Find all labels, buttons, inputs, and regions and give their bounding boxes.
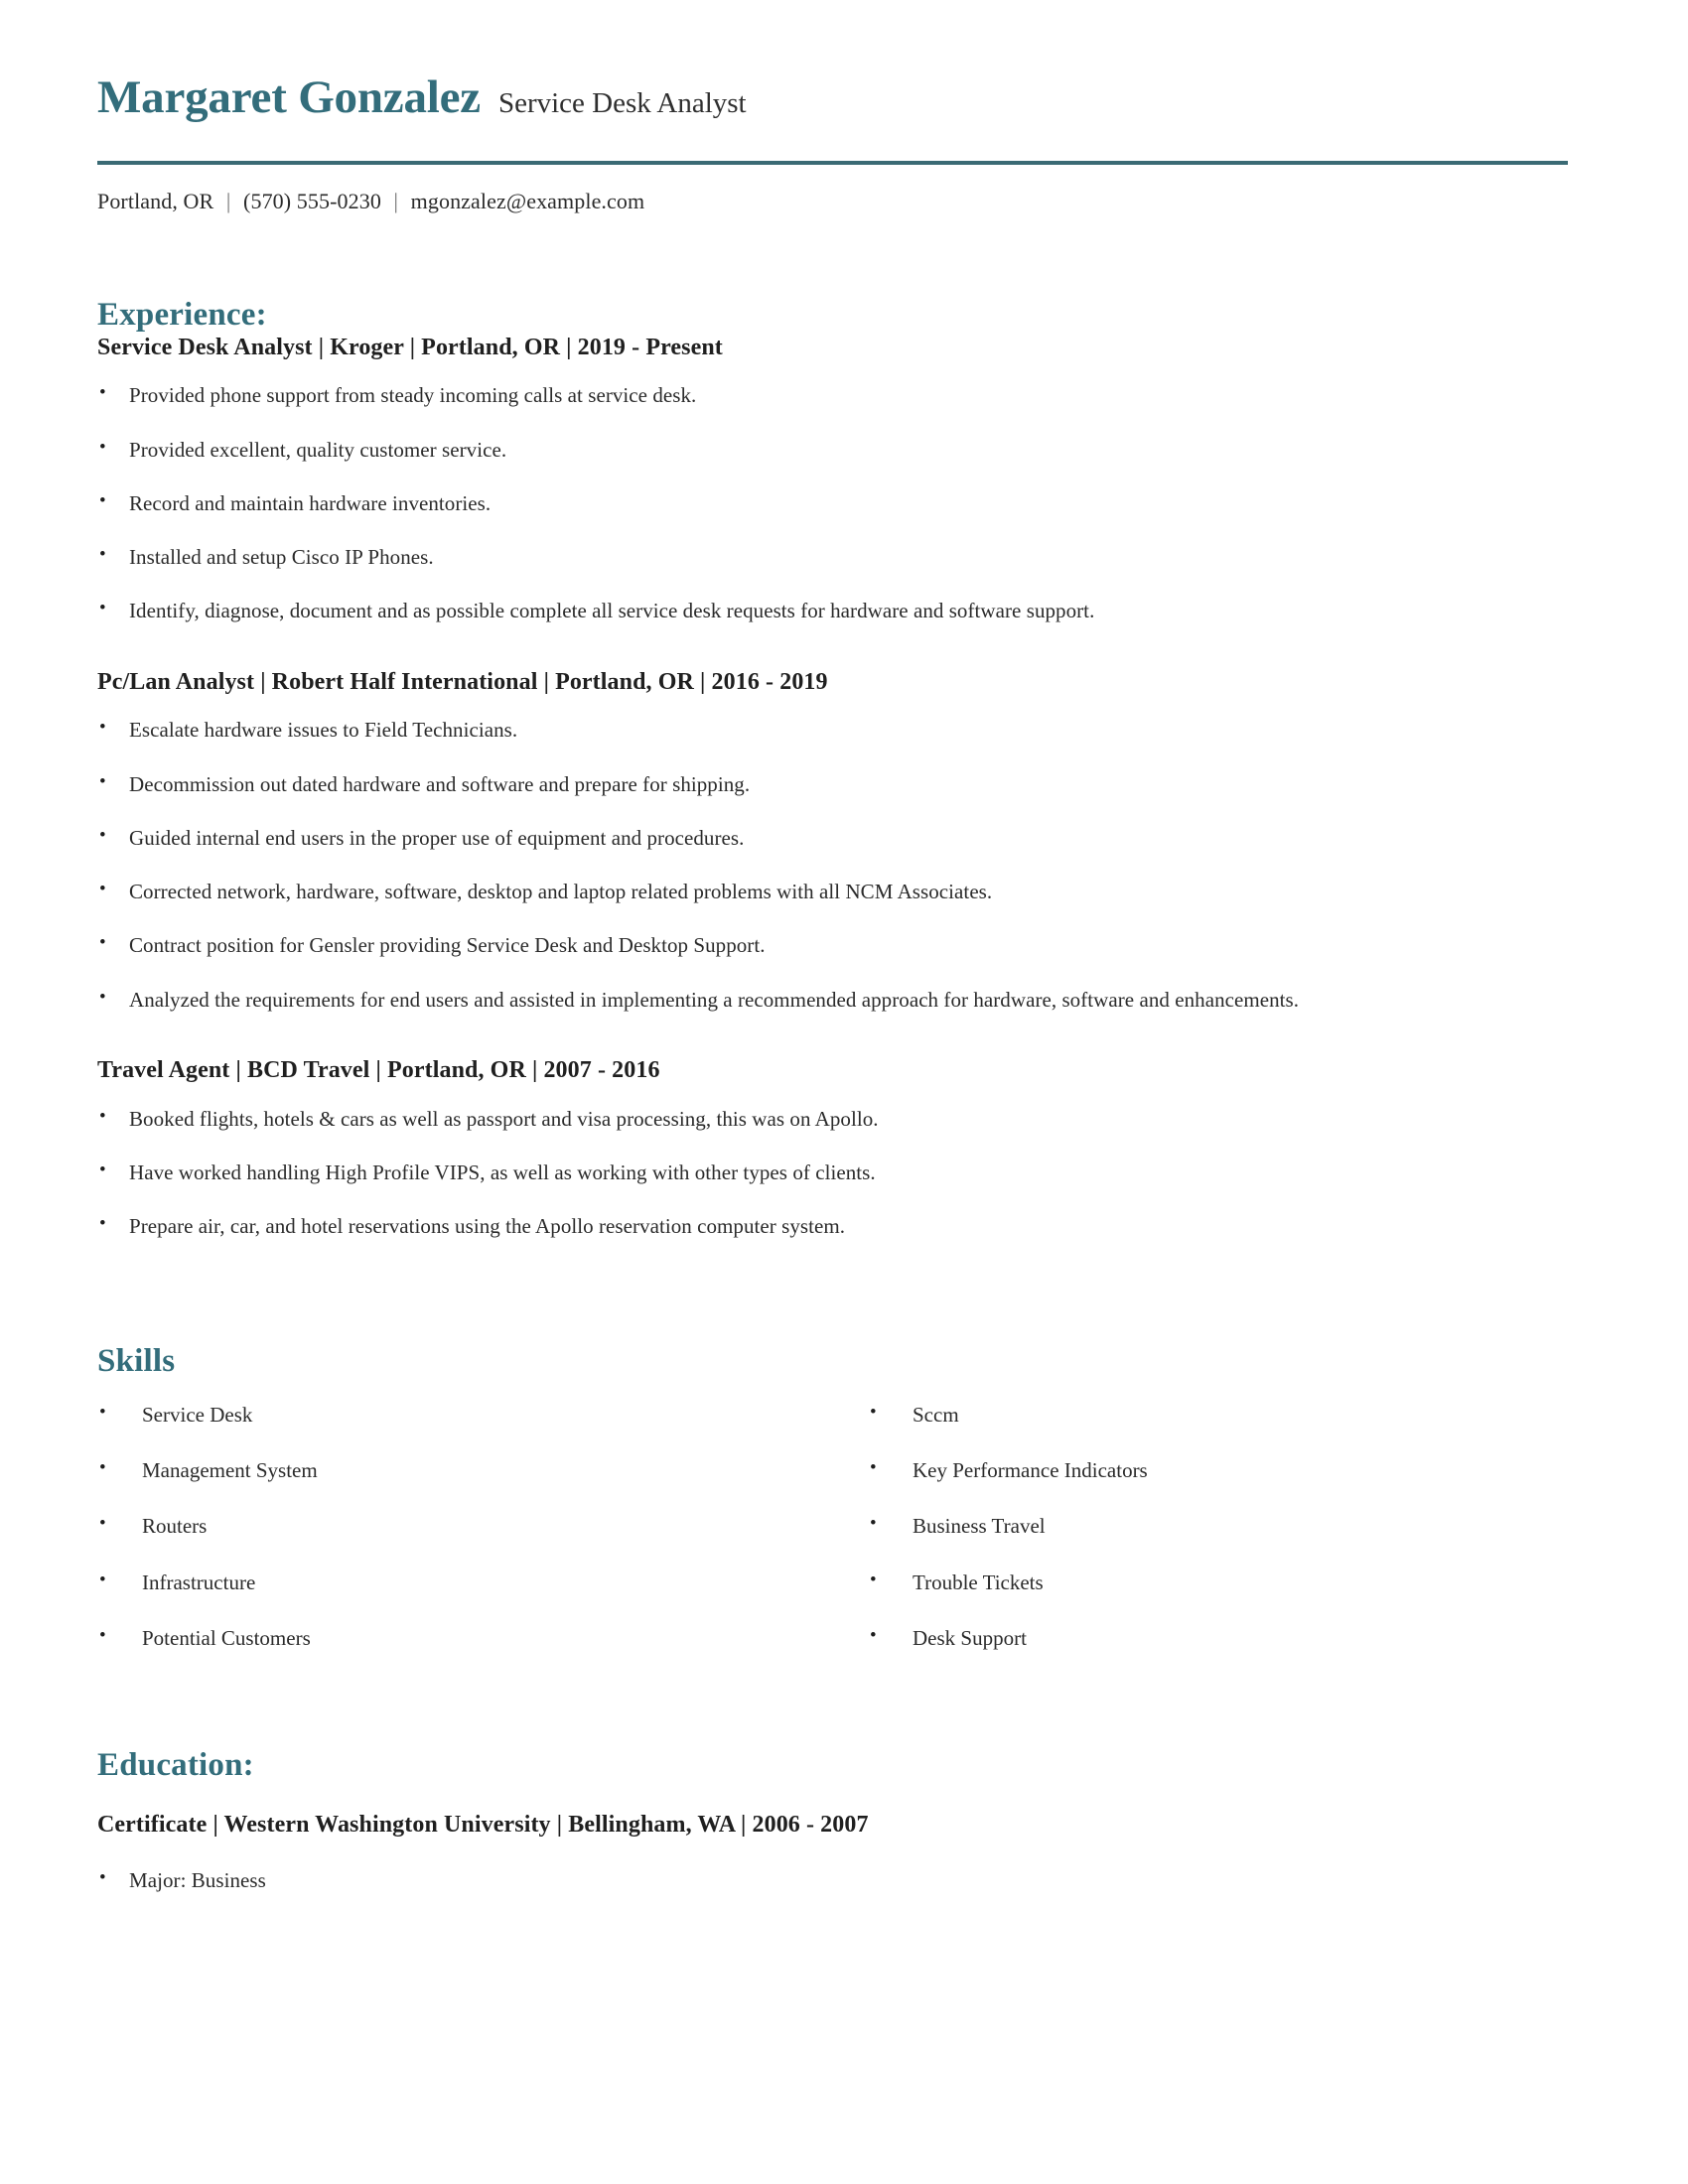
job-bullet: Guided internal end users in the proper … bbox=[97, 824, 1569, 851]
education-section-title: Education: bbox=[97, 1747, 254, 1784]
skills-grid: Service Desk Management System Routers I… bbox=[97, 1401, 1569, 1651]
job-bullet: Booked flights, hotels & cars as well as… bbox=[97, 1105, 1569, 1132]
experience-section: Experience: Service Desk Analyst | Kroge… bbox=[97, 297, 1569, 1239]
education-heading: Certificate | Western Washington Univers… bbox=[97, 1812, 869, 1839]
resume-header: Margaret Gonzalez Service Desk Analyst bbox=[97, 0, 1569, 122]
skills-list-right: Sccm Key Performance Indicators Business… bbox=[868, 1401, 1569, 1651]
experience-job: Service Desk Analyst | Kroger | Portland… bbox=[97, 334, 1569, 624]
job-bullet: Record and maintain hardware inventories… bbox=[97, 489, 1569, 516]
job-bullet: Corrected network, hardware, software, d… bbox=[97, 878, 1569, 904]
skill-item: Trouble Tickets bbox=[868, 1569, 1569, 1595]
contact-separator-2: | bbox=[393, 189, 399, 214]
experience-section-title: Experience: bbox=[97, 297, 267, 334]
job-bullet: Installed and setup Cisco IP Phones. bbox=[97, 543, 1569, 570]
job-bullet: Escalate hardware issues to Field Techni… bbox=[97, 716, 1569, 743]
job-bullet-list: Provided phone support from steady incom… bbox=[97, 381, 1569, 623]
resume-page: Margaret Gonzalez Service Desk Analyst P… bbox=[0, 0, 1688, 2184]
job-heading: Service Desk Analyst | Kroger | Portland… bbox=[97, 334, 723, 360]
experience-job: Travel Agent | BCD Travel | Portland, OR… bbox=[97, 1056, 1569, 1240]
contact-location: Portland, OR bbox=[97, 189, 214, 214]
skills-section-title: Skills bbox=[97, 1342, 176, 1379]
contact-separator-1: | bbox=[225, 189, 231, 214]
contact-phone: (570) 555-0230 bbox=[243, 189, 381, 214]
skill-item: Service Desk bbox=[97, 1401, 833, 1428]
job-bullet: Provided phone support from steady incom… bbox=[97, 381, 1569, 408]
resume-content: Margaret Gonzalez Service Desk Analyst P… bbox=[97, 0, 1569, 1893]
job-bullet: Contract position for Gensler providing … bbox=[97, 931, 1569, 958]
candidate-name: Margaret Gonzalez bbox=[97, 71, 481, 123]
job-heading: Pc/Lan Analyst | Robert Half Internation… bbox=[97, 668, 828, 695]
contact-email: mgonzalez@example.com bbox=[410, 189, 645, 214]
skill-item: Management System bbox=[97, 1456, 833, 1483]
skill-item: Sccm bbox=[868, 1401, 1569, 1428]
job-bullet: Analyzed the requirements for end users … bbox=[97, 986, 1569, 1013]
job-bullet-list: Booked flights, hotels & cars as well as… bbox=[97, 1105, 1569, 1240]
skills-list-left: Service Desk Management System Routers I… bbox=[97, 1401, 833, 1651]
header-divider bbox=[97, 161, 1568, 166]
job-heading: Travel Agent | BCD Travel | Portland, OR… bbox=[97, 1056, 660, 1083]
candidate-job-title: Service Desk Analyst bbox=[497, 87, 747, 119]
skill-item: Desk Support bbox=[868, 1624, 1569, 1651]
skills-column-right: Sccm Key Performance Indicators Business… bbox=[833, 1401, 1569, 1651]
education-bullet-list: Major: Business bbox=[97, 1866, 1569, 1893]
education-entry: Certificate | Western Washington Univers… bbox=[97, 1811, 1569, 1893]
job-bullet: Decommission out dated hardware and soft… bbox=[97, 770, 1569, 797]
job-bullet: Prepare air, car, and hotel reservations… bbox=[97, 1212, 1569, 1239]
education-section: Education: Certificate | Western Washing… bbox=[97, 1747, 1569, 1893]
contact-line: Portland, OR | (570) 555-0230 | mgonzale… bbox=[97, 189, 1569, 214]
experience-job: Pc/Lan Analyst | Robert Half Internation… bbox=[97, 668, 1569, 1013]
skill-item: Key Performance Indicators bbox=[868, 1456, 1569, 1483]
skills-column-left: Service Desk Management System Routers I… bbox=[97, 1401, 833, 1651]
job-bullet: Identify, diagnose, document and as poss… bbox=[97, 597, 1569, 623]
skill-item: Potential Customers bbox=[97, 1624, 833, 1651]
job-bullet-list: Escalate hardware issues to Field Techni… bbox=[97, 716, 1569, 1013]
job-bullet: Provided excellent, quality customer ser… bbox=[97, 436, 1569, 463]
education-bullet: Major: Business bbox=[97, 1866, 1569, 1893]
skill-item: Business Travel bbox=[868, 1512, 1569, 1539]
skills-section: Skills Service Desk Management System Ro… bbox=[97, 1343, 1569, 1652]
skill-item: Infrastructure bbox=[97, 1569, 833, 1595]
job-bullet: Have worked handling High Profile VIPS, … bbox=[97, 1159, 1569, 1185]
skill-item: Routers bbox=[97, 1512, 833, 1539]
